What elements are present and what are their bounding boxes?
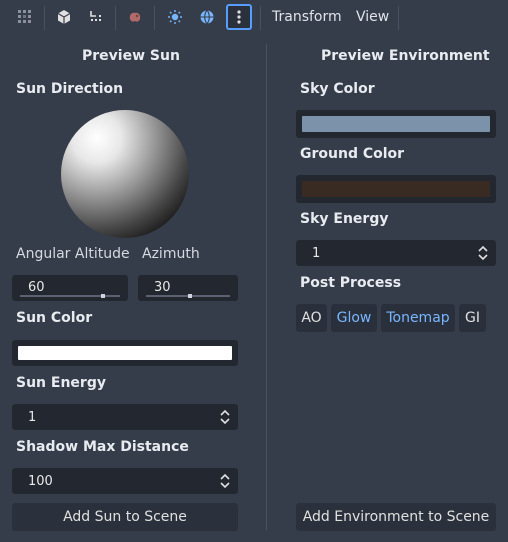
- azimuth-grabber[interactable]: [187, 294, 192, 298]
- sky-color-swatch: [302, 116, 490, 132]
- spin-arrows-icon[interactable]: [478, 245, 488, 261]
- sky-color-label: Sky Color: [300, 81, 375, 97]
- sky-energy-label: Sky Energy: [300, 211, 389, 227]
- sun-direction-sphere[interactable]: [61, 110, 189, 238]
- add-sun-button[interactable]: Add Sun to Scene: [12, 503, 238, 531]
- sun-color-label: Sun Color: [16, 310, 93, 326]
- shadow-max-distance-value: 100: [28, 474, 53, 489]
- more-options-icon: [237, 10, 241, 24]
- ao-toggle[interactable]: AO: [296, 304, 327, 332]
- ground-color-swatch: [302, 181, 490, 197]
- angular-altitude-track: [20, 295, 120, 297]
- grid-snap-icon: [18, 10, 31, 23]
- more-options-button[interactable]: [226, 4, 252, 30]
- angular-altitude-label: Angular Altitude: [16, 246, 130, 262]
- sky-color-picker[interactable]: [296, 110, 496, 138]
- transform-menu[interactable]: Transform: [272, 9, 342, 25]
- toolbar-separator: [154, 6, 155, 30]
- toolbar-separator: [398, 6, 399, 30]
- tonemap-toggle[interactable]: Tonemap: [381, 304, 455, 332]
- glow-toggle[interactable]: Glow: [331, 304, 377, 332]
- spin-arrows-icon[interactable]: [220, 473, 230, 489]
- angular-altitude-grabber[interactable]: [101, 294, 105, 298]
- sun-toggle-icon: [168, 10, 182, 24]
- spin-arrows-icon[interactable]: [220, 409, 230, 425]
- perspective-cube-icon: [57, 10, 71, 24]
- toolbar-separator: [44, 6, 45, 30]
- toolbar-separator: [115, 6, 116, 30]
- environment-toggle-icon: [200, 10, 214, 24]
- viewport-toolbar: Transform View: [0, 0, 508, 36]
- azimuth-value: 30: [154, 280, 171, 295]
- gi-toggle[interactable]: GI: [459, 304, 486, 332]
- sun-energy-spinbox[interactable]: 1: [12, 404, 238, 430]
- shadow-max-distance-label: Shadow Max Distance: [16, 439, 189, 455]
- ground-color-label: Ground Color: [300, 146, 405, 162]
- sun-toggle-button[interactable]: [162, 4, 188, 30]
- column-divider: [266, 44, 267, 530]
- view-menu[interactable]: View: [356, 9, 389, 25]
- ground-color-picker[interactable]: [296, 175, 496, 203]
- shadow-max-distance-spinbox[interactable]: 100: [12, 468, 238, 494]
- sun-energy-label: Sun Energy: [16, 375, 106, 391]
- transform-gizmo-icon: [90, 11, 101, 21]
- azimuth-slider[interactable]: 30: [138, 275, 238, 301]
- audio-listener-button[interactable]: [122, 4, 148, 30]
- environment-toggle-button[interactable]: [194, 4, 220, 30]
- toolbar-separator: [260, 6, 261, 30]
- angular-altitude-value: 60: [28, 280, 45, 295]
- sky-energy-value: 1: [312, 246, 321, 261]
- grid-snap-button[interactable]: [12, 4, 38, 30]
- transform-gizmo-button[interactable]: [83, 4, 109, 30]
- preview-environment-title: Preview Environment: [321, 48, 490, 64]
- sun-direction-label: Sun Direction: [16, 81, 124, 97]
- preview-sun-title: Preview Sun: [82, 48, 180, 64]
- sun-energy-value: 1: [28, 410, 37, 425]
- azimuth-label: Azimuth: [142, 246, 200, 262]
- audio-listener-icon: [129, 12, 141, 22]
- sun-color-swatch: [18, 346, 232, 360]
- perspective-button[interactable]: [51, 4, 77, 30]
- angular-altitude-slider[interactable]: 60: [12, 275, 128, 301]
- add-environment-button[interactable]: Add Environment to Scene: [296, 503, 496, 531]
- sky-energy-spinbox[interactable]: 1: [296, 240, 496, 266]
- sun-color-picker[interactable]: [12, 340, 238, 366]
- post-process-label: Post Process: [300, 275, 402, 291]
